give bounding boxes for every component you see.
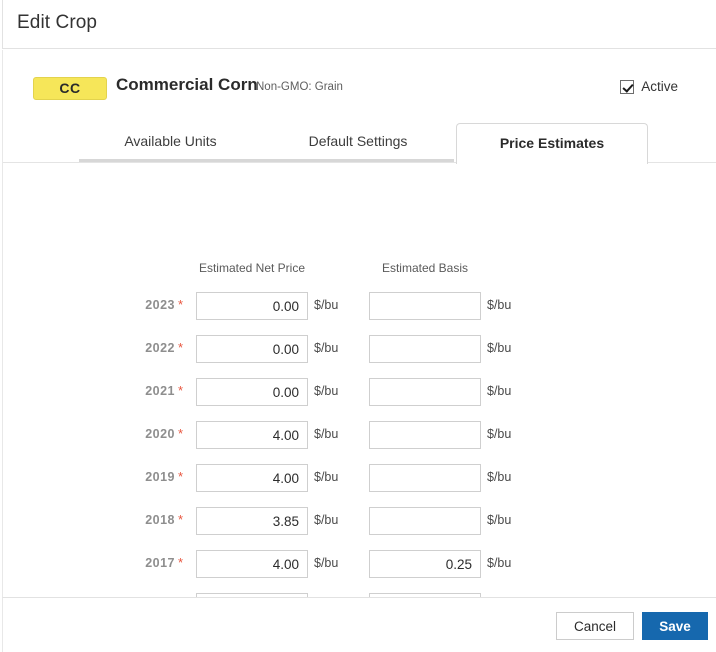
row-year-label: 2021 [145, 384, 175, 398]
dialog-title-bar: Edit Crop [2, 0, 716, 49]
basis-input[interactable] [369, 335, 481, 363]
active-checkbox[interactable] [620, 79, 635, 94]
row-year-label: 2019 [145, 470, 175, 484]
net-price-unit: $/bu [314, 384, 339, 398]
basis-unit: $/bu [487, 513, 512, 527]
net-price-input[interactable] [196, 378, 308, 406]
net-price-unit: $/bu [314, 470, 339, 484]
active-toggle[interactable]: Active [620, 79, 678, 94]
tab-price-estimates[interactable]: Price Estimates [456, 123, 648, 164]
crop-subtitle: Non-GMO: Grain [256, 81, 343, 93]
tab-bar: Available Units Default Settings Price E… [3, 118, 716, 164]
basis-unit: $/bu [487, 384, 512, 398]
column-header-basis: Estimated Basis [381, 261, 469, 275]
crop-header: CC Commercial Corn Non-GMO: Grain Active [3, 70, 716, 110]
table-row: 2018 * $/bu $/bu [3, 504, 716, 547]
table-row: 2022 * $/bu $/bu [3, 332, 716, 375]
basis-input[interactable] [369, 421, 481, 449]
basis-input[interactable] [369, 378, 481, 406]
net-price-input[interactable] [196, 550, 308, 578]
page-title: Edit Crop [17, 12, 98, 33]
required-asterisk: * [178, 340, 184, 355]
net-price-unit: $/bu [314, 513, 339, 527]
tab-default-settings[interactable]: Default Settings [262, 123, 454, 163]
required-asterisk: * [178, 426, 184, 441]
active-label: Active [641, 79, 678, 94]
crop-name: Commercial Corn [116, 75, 258, 94]
basis-unit: $/bu [487, 427, 512, 441]
table-row: 2021 * $/bu $/bu [3, 375, 716, 418]
basis-unit: $/bu [487, 298, 512, 312]
required-asterisk: * [178, 297, 184, 312]
basis-input[interactable] [369, 550, 481, 578]
basis-unit: $/bu [487, 341, 512, 355]
basis-unit: $/bu [487, 556, 512, 570]
net-price-input[interactable] [196, 507, 308, 535]
table-row: 2023 * $/bu $/bu [3, 289, 716, 332]
required-asterisk: * [178, 469, 184, 484]
column-header-net-price: Estimated Net Price [198, 261, 306, 275]
crop-code-badge: CC [33, 77, 107, 100]
price-estimates-table: 2023 * $/bu $/bu 2022 * $/bu $/bu 2021 *… [3, 289, 716, 633]
basis-unit: $/bu [487, 470, 512, 484]
required-asterisk: * [178, 555, 184, 570]
table-row: 2017 * $/bu $/bu [3, 547, 716, 590]
table-column-headers: Estimated Net Price Estimated Basis [3, 261, 716, 279]
row-year-label: 2017 [145, 556, 175, 570]
net-price-input[interactable] [196, 292, 308, 320]
net-price-unit: $/bu [314, 556, 339, 570]
net-price-unit: $/bu [314, 298, 339, 312]
cancel-button[interactable]: Cancel [556, 612, 634, 640]
dialog-footer: Cancel Save [2, 597, 716, 652]
tab-available-units[interactable]: Available Units [79, 123, 262, 163]
net-price-unit: $/bu [314, 427, 339, 441]
save-button[interactable]: Save [642, 612, 708, 640]
row-year-label: 2018 [145, 513, 175, 527]
table-row: 2020 * $/bu $/bu [3, 418, 716, 461]
net-price-input[interactable] [196, 335, 308, 363]
dialog-body: CC Commercial Corn Non-GMO: Grain Active… [2, 50, 716, 621]
net-price-input[interactable] [196, 421, 308, 449]
net-price-unit: $/bu [314, 341, 339, 355]
net-price-input[interactable] [196, 464, 308, 492]
row-year-label: 2023 [145, 298, 175, 312]
row-year-label: 2020 [145, 427, 175, 441]
basis-input[interactable] [369, 507, 481, 535]
basis-input[interactable] [369, 464, 481, 492]
basis-input[interactable] [369, 292, 481, 320]
row-year-label: 2022 [145, 341, 175, 355]
table-row: 2019 * $/bu $/bu [3, 461, 716, 504]
required-asterisk: * [178, 383, 184, 398]
required-asterisk: * [178, 512, 184, 527]
